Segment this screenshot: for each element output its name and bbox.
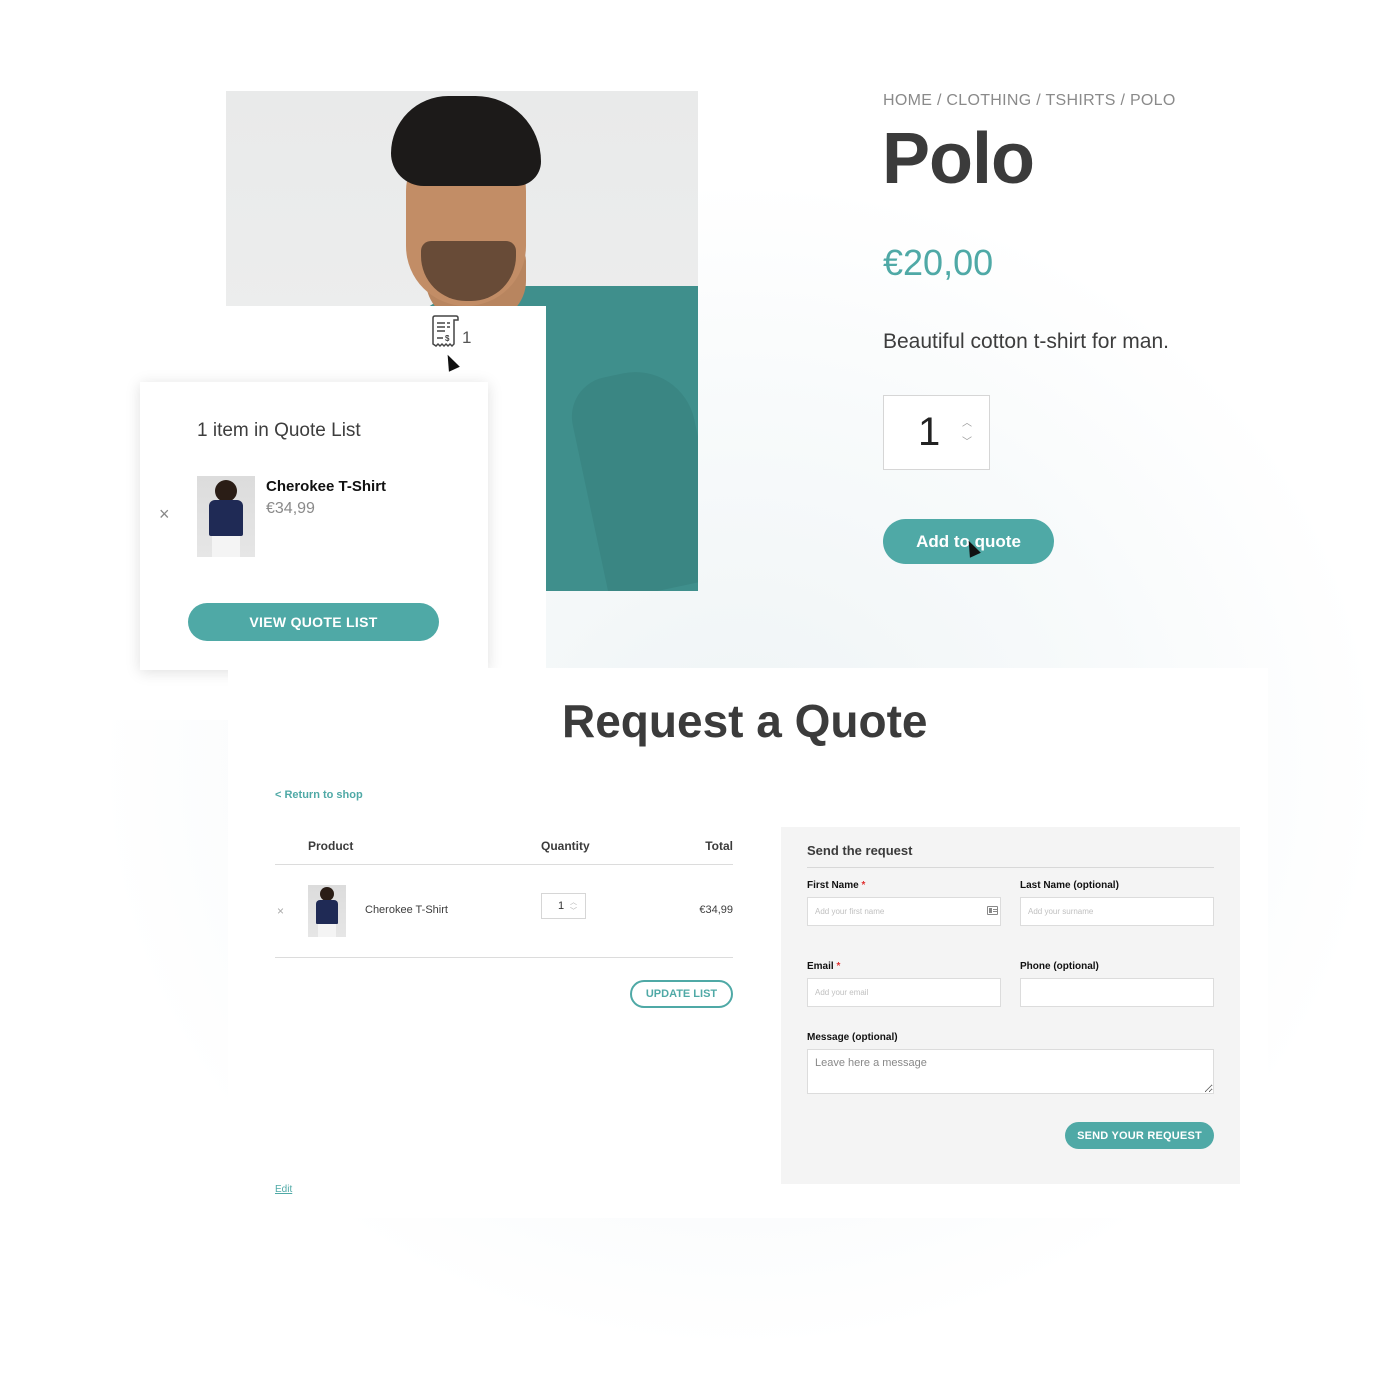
quote-count-badge: 1 [462, 328, 472, 347]
product-title: Polo [882, 119, 1035, 199]
send-request-form: Send the request First Name * Last Name … [781, 827, 1240, 1184]
view-quote-list-button[interactable]: VIEW QUOTE LIST [188, 603, 439, 641]
phone-input[interactable] [1020, 978, 1214, 1007]
last-name-input[interactable] [1020, 897, 1214, 926]
send-request-button[interactable]: SEND YOUR REQUEST [1065, 1122, 1214, 1149]
thumbnail-figure-shirt [209, 500, 243, 536]
row-product-name[interactable]: Cherokee T-Shirt [365, 904, 448, 916]
required-marker: * [836, 961, 841, 972]
row-total: €34,99 [699, 904, 733, 916]
quote-list-dropdown: 1 item in Quote List × Cherokee T-Shirt … [140, 382, 488, 670]
message-label: Message (optional) [807, 1032, 898, 1043]
request-quote-title: Request a Quote [562, 695, 928, 747]
edit-link[interactable]: Edit [275, 1184, 292, 1195]
remove-row-icon[interactable]: × [277, 904, 284, 918]
item-price: €34,99 [266, 500, 315, 517]
email-label-text: Email [807, 961, 834, 972]
row-quantity-stepper[interactable]: 1 ︿ ﹀ [541, 893, 586, 919]
header-product: Product [308, 839, 354, 853]
thumbnail-figure-head [320, 887, 334, 901]
mini-quote-panel: $ 1 1 item in Quote List × Cherokee T-Sh… [84, 306, 546, 720]
item-name[interactable]: Cherokee T-Shirt [266, 478, 386, 495]
required-marker: * [861, 880, 866, 891]
svg-text:$: $ [445, 334, 450, 343]
chevron-down-icon[interactable]: ﹀ [962, 438, 972, 448]
quote-receipt-icon[interactable]: $ [430, 314, 460, 348]
contact-card-icon[interactable] [987, 906, 998, 915]
header-quantity: Quantity [541, 839, 590, 853]
chevron-up-icon[interactable]: ︿ [962, 419, 972, 429]
breadcrumb[interactable]: HOME / CLOTHING / TSHIRTS / POLO [883, 92, 1176, 110]
row-thumbnail[interactable] [308, 885, 346, 937]
update-list-button[interactable]: UPDATE LIST [630, 980, 733, 1008]
mouse-cursor-icon [442, 352, 460, 372]
form-title: Send the request [807, 843, 913, 858]
chevron-down-icon[interactable]: ﹀ [570, 906, 577, 916]
thumbnail-figure-legs [212, 536, 240, 557]
table-row: × Cherokee T-Shirt 1 ︿ ﹀ €34,99 [275, 866, 733, 958]
return-to-shop-link[interactable]: < Return to shop [275, 789, 363, 801]
email-input[interactable] [807, 978, 1001, 1007]
email-label: Email * [807, 961, 840, 972]
product-image-hair [391, 96, 541, 186]
quote-table-header: Product Quantity Total [275, 838, 733, 865]
item-thumbnail[interactable] [197, 476, 255, 557]
message-label-text: Message (optional) [807, 1032, 898, 1043]
quantity-stepper[interactable]: 1 ︿ ﹀ [883, 395, 990, 470]
message-textarea[interactable] [807, 1049, 1214, 1094]
first-name-label: First Name * [807, 880, 865, 891]
thumbnail-figure-head [215, 480, 237, 502]
form-divider [807, 867, 1214, 868]
quote-list-heading: 1 item in Quote List [197, 420, 361, 441]
last-name-label: Last Name (optional) [1020, 880, 1119, 891]
last-name-label-text: Last Name (optional) [1020, 880, 1119, 891]
product-description: Beautiful cotton t-shirt for man. [883, 330, 1169, 353]
row-quantity-value[interactable]: 1 [558, 900, 564, 912]
first-name-input[interactable] [807, 897, 1001, 926]
thumbnail-figure-shirt [316, 900, 338, 924]
first-name-label-text: First Name [807, 880, 859, 891]
header-total: Total [705, 839, 733, 853]
remove-item-icon[interactable]: × [159, 504, 170, 525]
thumbnail-figure-legs [318, 924, 336, 937]
quantity-value[interactable]: 1 [918, 410, 940, 455]
phone-label-text: Phone (optional) [1020, 961, 1099, 972]
product-price: €20,00 [883, 242, 994, 283]
phone-label: Phone (optional) [1020, 961, 1099, 972]
